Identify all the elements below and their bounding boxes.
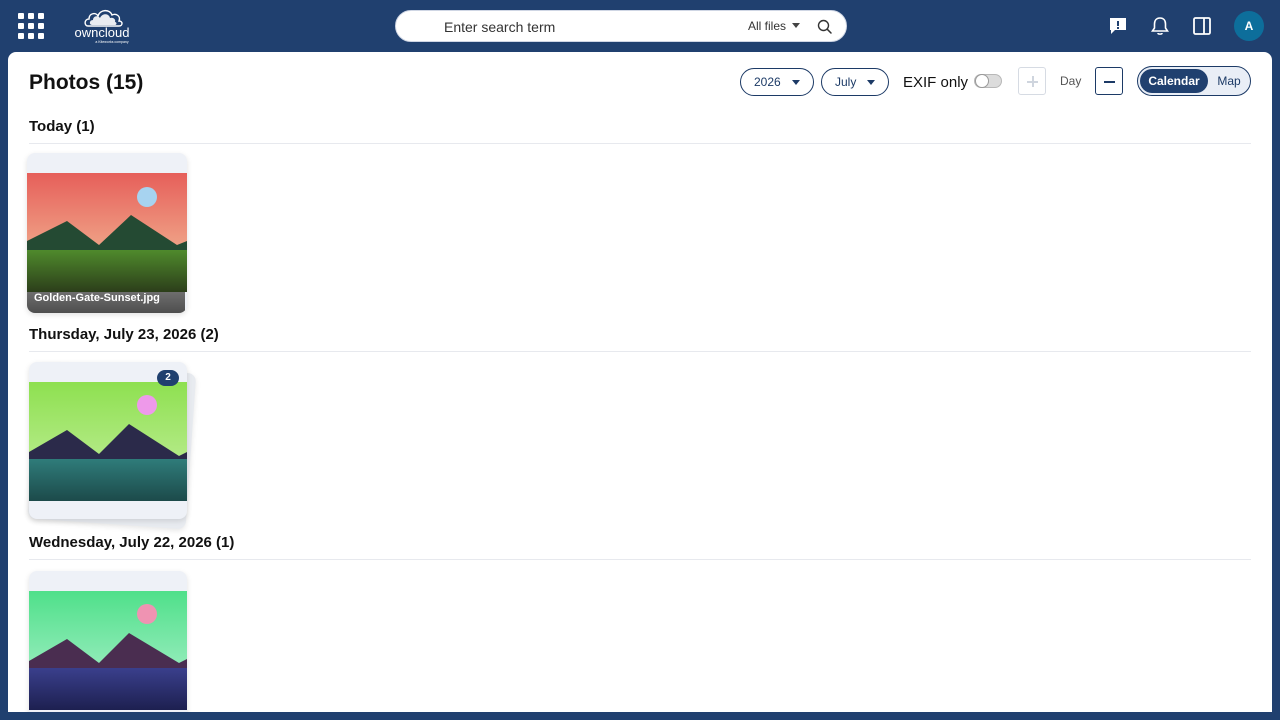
svg-text:owncloud: owncloud <box>75 25 130 40</box>
map-view-button[interactable]: Map <box>1210 69 1248 93</box>
search-bar: All files <box>395 10 847 42</box>
zoom-in-button[interactable] <box>1018 67 1046 95</box>
feedback-icon[interactable] <box>1107 15 1129 37</box>
year-filter-label: 2026 <box>754 75 781 89</box>
photo-card[interactable] <box>29 571 187 712</box>
app-grid-icon[interactable] <box>18 13 44 39</box>
search-scope-label: All files <box>748 19 787 33</box>
svg-text:a Kiteworks company: a Kiteworks company <box>95 40 129 44</box>
photo-thumbnail <box>29 591 187 710</box>
divider <box>29 143 1251 144</box>
sidebar-toggle-icon[interactable] <box>1191 15 1213 37</box>
photo-thumbnail <box>27 173 187 292</box>
owncloud-logo[interactable]: owncloud a Kiteworks company <box>66 5 138 45</box>
photo-thumbnail <box>29 382 187 501</box>
search-input[interactable] <box>444 17 734 37</box>
minus-icon <box>1104 81 1115 83</box>
chevron-down-icon <box>867 80 875 85</box>
exif-toggle[interactable] <box>974 74 1002 88</box>
month-filter-label: July <box>835 75 857 89</box>
group-heading-july-23: Thursday, July 23, 2026 (2) <box>29 326 219 343</box>
bell-icon[interactable] <box>1149 15 1171 37</box>
user-avatar[interactable]: A <box>1234 11 1264 41</box>
photo-stack-card[interactable]: 2 <box>29 362 187 519</box>
chevron-down-icon <box>792 23 801 28</box>
exif-label: EXIF only <box>903 74 969 91</box>
zoom-out-button[interactable] <box>1095 67 1123 95</box>
zoom-level-label: Day <box>1060 74 1082 88</box>
group-heading-july-22: Wednesday, July 22, 2026 (1) <box>29 534 235 551</box>
divider <box>29 559 1251 560</box>
photos-panel: Photos (15) 2026 July EXIF only Day Cale… <box>8 52 1272 712</box>
year-filter[interactable]: 2026 <box>740 68 814 96</box>
page-title: Photos (15) <box>29 71 144 94</box>
search-icon[interactable] <box>816 18 834 36</box>
month-filter[interactable]: July <box>821 68 889 96</box>
photo-filename: Golden-Gate-Sunset.jpg <box>27 292 185 313</box>
chevron-down-icon <box>792 80 800 85</box>
stack-count-badge: 2 <box>157 370 179 386</box>
divider <box>29 351 1251 352</box>
group-heading-today: Today (1) <box>29 118 95 135</box>
top-bar: owncloud a Kiteworks company All files A <box>0 0 1280 52</box>
view-switcher: Calendar Map <box>1137 66 1251 96</box>
photo-card[interactable]: Golden-Gate-Sunset.jpg <box>27 153 187 313</box>
toggle-knob <box>975 74 989 88</box>
plus-icon-stroke <box>1032 76 1034 87</box>
search-scope-dropdown[interactable]: All files <box>748 19 801 33</box>
calendar-view-button[interactable]: Calendar <box>1140 69 1208 93</box>
